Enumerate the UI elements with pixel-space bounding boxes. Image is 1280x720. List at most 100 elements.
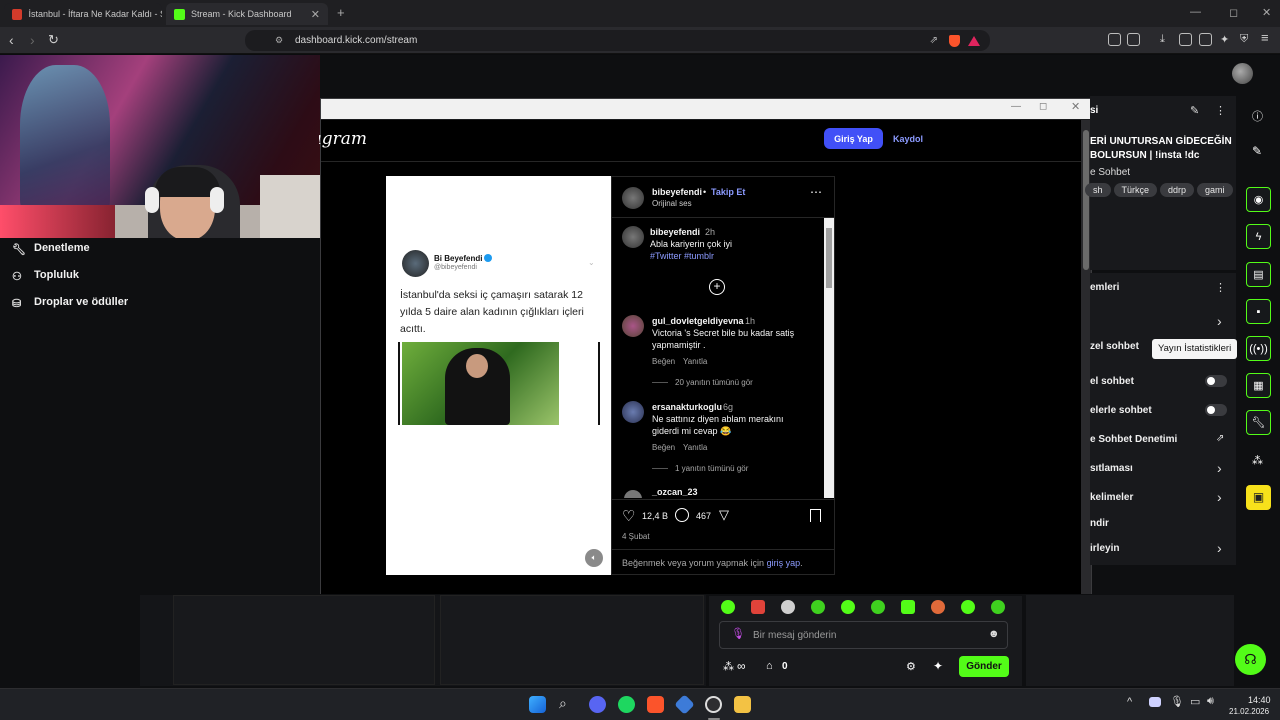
post-media[interactable]: Bi Beyefendi @bibeyefendi ⌄ İstanbul'da … [386,176,611,575]
emote-icon[interactable] [871,600,885,614]
menu-icon[interactable]: ≡ [1261,30,1269,45]
more-options-icon[interactable]: ⋮ [1215,104,1226,117]
discord-icon[interactable] [589,696,606,713]
maximize-icon[interactable]: ◻ [1229,6,1238,19]
points-icon[interactable]: ⁂ [1252,454,1263,467]
sidebar-item-droplar[interactable]: ⛁ Droplar ve ödüller [12,296,128,310]
emote-icon[interactable] [811,600,825,614]
like-comment-link[interactable]: Beğen [652,443,675,452]
sidebar-item-denetleme[interactable]: 🔧︎ Denetleme [12,242,90,256]
close-tab-icon[interactable]: ✕ [311,8,320,21]
more-options-icon[interactable]: ⋮ [1215,281,1226,294]
brave-shield-icon[interactable] [949,34,960,47]
comment-icon[interactable] [675,508,689,522]
emote-icon[interactable] [751,600,765,614]
layout-widget-button[interactable]: ▦ [1246,373,1271,398]
emote-icon[interactable] [841,600,855,614]
back-icon[interactable]: ‹ [9,32,14,48]
minimize-icon[interactable]: — [1011,101,1021,112]
emoji-icon[interactable]: ☻ [988,628,1000,640]
lightning-widget-button[interactable]: ϟ [1246,224,1271,249]
audio-label[interactable]: Orijinal ses [652,199,692,208]
like-comment-link[interactable]: Beğen [652,357,675,366]
wrench-widget-button[interactable]: 🔧︎ [1246,410,1271,435]
brave-rewards-icon[interactable] [968,35,980,46]
store-icon[interactable]: ⌂ [766,660,773,672]
tab-istanbul[interactable]: İstanbul - İftara Ne Kadar Kaldı - Sah [4,3,162,25]
mute-icon[interactable]: 🔈︎ [585,549,603,567]
share-icon[interactable]: ⇗ [930,35,938,46]
maximize-icon[interactable]: ◻ [1039,101,1047,112]
brave-icon[interactable] [647,696,664,713]
search-icon[interactable]: ⌕ [559,695,567,712]
hashtags[interactable]: #Twitter #tumblr [650,251,714,261]
save-icon[interactable] [810,509,821,522]
emote-icon[interactable] [721,600,735,614]
reply-link[interactable]: Yanıtla [683,443,707,452]
app-icon[interactable] [674,694,695,715]
chevron-right-icon[interactable]: › [1217,540,1222,556]
volume-icon[interactable]: 🔊︎ [1207,695,1214,708]
comments-list[interactable]: bibeyefendi 2h Abla kariyerin çok iyi #T… [612,218,834,498]
extensions-icon[interactable] [1108,33,1121,46]
emote-icon[interactable] [991,600,1005,614]
sidebar-item-topluluk[interactable]: ⚇ Topluluk [12,269,79,283]
view-replies-link[interactable]: 20 yanıtın tümünü gör [675,378,753,387]
chevron-right-icon[interactable]: › [1217,460,1222,476]
toggle-switch[interactable] [1205,375,1227,387]
send-button[interactable]: Gönder [959,656,1009,677]
chevron-right-icon[interactable]: › [1217,313,1222,329]
avatar[interactable] [1232,63,1253,84]
scrollbar[interactable] [824,218,834,498]
info-icon[interactable]: ⓘ [1252,108,1263,124]
new-tab-button[interactable]: + [337,5,345,20]
clock-time[interactable]: 14:40 [1248,695,1271,705]
author-avatar[interactable] [622,187,644,209]
more-options-icon[interactable]: ⋯ [810,185,822,199]
folder-icon[interactable] [734,696,751,713]
screenshot-icon[interactable] [1127,33,1140,46]
comment-user[interactable]: ersanakturkoglu [652,402,722,412]
vpn-shield-icon[interactable]: ⛨ [1240,33,1248,46]
toggle-switch[interactable] [1205,404,1227,416]
close-window-icon[interactable]: ✕ [1071,100,1080,113]
emote-icon[interactable] [961,600,975,614]
comment-user[interactable]: _ozcan_23 [652,487,698,497]
load-more-comments-icon[interactable]: + [709,279,725,295]
site-info-icon[interactable]: ⚙ [275,35,283,46]
reload-icon[interactable]: ↻ [48,32,59,48]
emote-icon[interactable] [901,600,915,614]
heart-icon[interactable]: ♡ [622,507,635,525]
obs-icon[interactable] [705,696,722,713]
share-icon[interactable]: ▽ [719,507,729,523]
sidebar-icon[interactable] [1179,33,1192,46]
forward-icon[interactable]: › [30,32,35,48]
edit-icon[interactable]: ✎ [1252,144,1262,158]
network-icon[interactable]: ▭ [1190,695,1200,708]
close-window-icon[interactable]: ✕ [1262,6,1271,19]
stream-stats-button[interactable]: ((•)) [1246,336,1271,361]
support-chat-button[interactable]: ☊ [1235,644,1266,675]
points-icon[interactable]: ⁂ [723,660,734,673]
windows-start-icon[interactable] [529,696,546,713]
chevron-up-icon[interactable]: ^ [1127,696,1132,708]
notes-widget-button[interactable]: ▤ [1246,262,1271,287]
view-replies-link[interactable]: 1 yanıtın tümünü gör [675,464,748,473]
emote-icon[interactable] [931,600,945,614]
caption-author[interactable]: bibeyefendi [650,227,700,237]
minimize-icon[interactable]: — [1190,6,1201,18]
post-author[interactable]: bibeyefendi [652,187,702,197]
wallet-icon[interactable] [1199,33,1212,46]
external-link-icon[interactable]: ⇗ [1216,433,1224,444]
mic-icon[interactable]: 🎙︎ [731,627,745,640]
chat-widget-button[interactable]: ▪ [1246,299,1271,324]
login-link[interactable]: giriş yap [767,558,801,568]
chat-input[interactable]: 🎙︎ Bir mesaj gönderin ☻ [719,621,1008,649]
sparkle-icon[interactable]: ✦ [933,659,943,673]
reply-link[interactable]: Yanıtla [683,357,707,366]
leo-ai-icon[interactable]: ✦ [1220,33,1229,46]
emote-icon[interactable] [781,600,795,614]
clapper-icon[interactable]: ▣ [1246,485,1271,510]
mic-icon[interactable]: 🎙︎ [1170,695,1184,708]
scrollbar-thumb[interactable] [1083,130,1089,270]
